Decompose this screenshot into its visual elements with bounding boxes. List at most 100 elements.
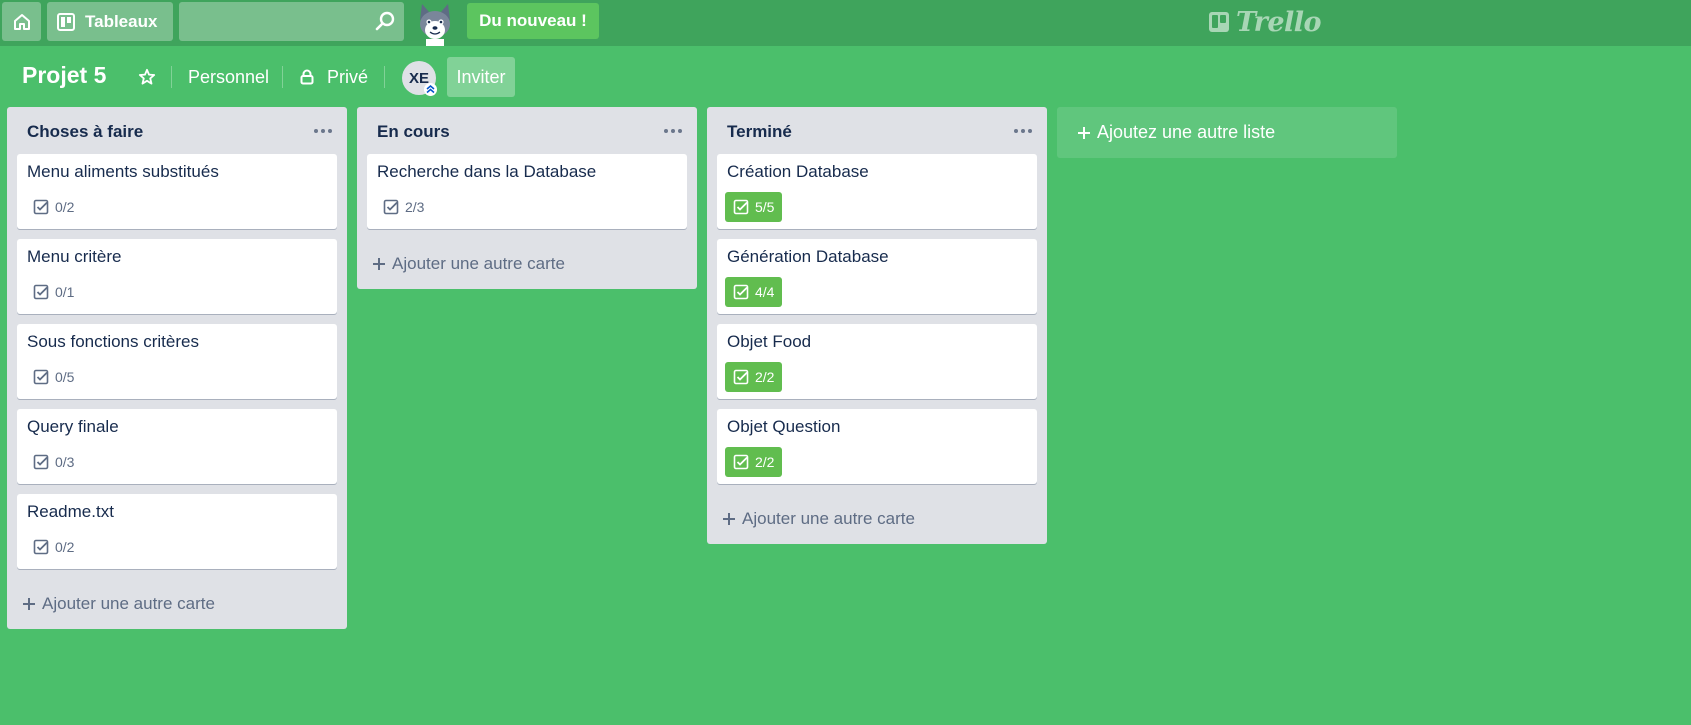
- list-header: Terminé: [707, 107, 1047, 154]
- checkbox-icon: [33, 284, 49, 300]
- top-bar: Tableaux Du nouveau ! Trello: [0, 0, 1691, 46]
- whats-new-button[interactable]: Du nouveau !: [467, 3, 599, 39]
- checklist-badge: 0/1: [27, 279, 80, 305]
- list-todo: Choses à faire Menu aliments substitués …: [7, 107, 347, 629]
- whats-new-label: Du nouveau !: [479, 11, 587, 30]
- list-title[interactable]: Choses à faire: [27, 122, 143, 141]
- card[interactable]: Recherche dans la Database 2/3: [367, 154, 687, 229]
- list-menu-icon[interactable]: [314, 129, 332, 133]
- checklist-badge: 2/3: [377, 194, 430, 220]
- star-button[interactable]: [136, 58, 158, 96]
- board-title[interactable]: Projet 5: [22, 62, 106, 89]
- card-title: Recherche dans la Database: [377, 162, 597, 181]
- list-header: En cours: [357, 107, 697, 154]
- checkbox-icon: [33, 199, 49, 215]
- list-menu-icon[interactable]: [664, 129, 682, 133]
- checkbox-icon: [733, 454, 749, 470]
- trello-logo[interactable]: Trello: [1208, 6, 1322, 38]
- header-divider: [282, 66, 283, 88]
- checklist-count: 0/5: [55, 369, 75, 385]
- add-card-label: Ajouter une autre carte: [392, 254, 565, 273]
- checklist-count: 0/2: [55, 539, 75, 555]
- plus-icon: [23, 598, 35, 610]
- search-icon[interactable]: [374, 10, 396, 32]
- visibility-button[interactable]: Privé: [299, 58, 368, 96]
- boards-icon: [57, 12, 75, 31]
- checkbox-icon: [733, 369, 749, 385]
- card-title: Génération Database: [727, 247, 889, 266]
- checklist-count: 5/5: [755, 199, 775, 215]
- taco-mascot-icon[interactable]: [412, 0, 458, 46]
- card[interactable]: Readme.txt 0/2: [17, 494, 337, 569]
- search-box[interactable]: [179, 2, 404, 41]
- checklist-badge-complete: 2/2: [725, 362, 783, 392]
- visibility-label: Privé: [327, 66, 369, 87]
- team-label: Personnel: [188, 66, 270, 87]
- search-input[interactable]: [179, 2, 404, 41]
- boards-button[interactable]: Tableaux: [47, 2, 173, 41]
- add-card-button[interactable]: Ajouter une autre carte: [357, 239, 697, 289]
- list-done: Terminé Création Database 5/5 Génération…: [707, 107, 1047, 544]
- boards-label: Tableaux: [85, 11, 158, 31]
- checkbox-icon: [33, 539, 49, 555]
- card[interactable]: Génération Database 4/4: [717, 239, 1037, 314]
- card[interactable]: Query finale 0/3: [17, 409, 337, 484]
- card-title: Menu aliments substitués: [27, 162, 219, 181]
- card[interactable]: Sous fonctions critères 0/5: [17, 324, 337, 399]
- add-card-button[interactable]: Ajouter une autre carte: [707, 494, 1047, 544]
- add-list-button[interactable]: Ajoutez une autre liste: [1057, 107, 1397, 158]
- lock-icon: [300, 69, 314, 85]
- plus-icon: [373, 258, 385, 270]
- card[interactable]: Objet Food 2/2: [717, 324, 1037, 399]
- checklist-count: 4/4: [755, 284, 775, 300]
- home-icon: [13, 13, 30, 30]
- card-title: Sous fonctions critères: [27, 332, 199, 351]
- checklist-badge: 0/2: [27, 194, 80, 220]
- checklist-badge-complete: 5/5: [725, 192, 783, 222]
- list-title[interactable]: Terminé: [727, 122, 792, 141]
- list-header: Choses à faire: [7, 107, 347, 154]
- list-in-progress: En cours Recherche dans la Database 2/3 …: [357, 107, 697, 289]
- plus-icon: [1078, 126, 1090, 139]
- header-divider: [384, 66, 385, 88]
- checklist-count: 2/2: [755, 369, 775, 385]
- add-list-label: Ajoutez une autre liste: [1097, 122, 1276, 142]
- checklist-count: 0/1: [55, 284, 75, 300]
- checklist-badge: 0/2: [27, 534, 80, 560]
- team-button[interactable]: Personnel: [188, 58, 269, 96]
- invite-label: Inviter: [456, 66, 506, 87]
- checkbox-icon: [383, 199, 399, 215]
- card-title: Création Database: [727, 162, 869, 181]
- invite-button[interactable]: Inviter: [447, 57, 515, 97]
- checklist-badge: 0/3: [27, 449, 80, 475]
- add-card-button[interactable]: Ajouter une autre carte: [7, 579, 347, 629]
- checkbox-icon: [733, 284, 749, 300]
- card-title: Objet Question: [727, 417, 841, 436]
- card-title: Query finale: [27, 417, 119, 436]
- checklist-count: 2/2: [755, 454, 775, 470]
- card[interactable]: Menu critère 0/1: [17, 239, 337, 314]
- card[interactable]: Menu aliments substitués 0/2: [17, 154, 337, 229]
- card[interactable]: Objet Question 2/2: [717, 409, 1037, 484]
- checklist-count: 2/3: [405, 199, 425, 215]
- admin-badge-icon: [424, 83, 437, 96]
- card[interactable]: Création Database 5/5: [717, 154, 1037, 229]
- header-divider: [171, 66, 172, 88]
- checklist-badge: 0/5: [27, 364, 80, 390]
- list-menu-icon[interactable]: [1014, 129, 1032, 133]
- card-title: Menu critère: [27, 247, 122, 266]
- list-title[interactable]: En cours: [377, 122, 450, 141]
- checkbox-icon: [33, 369, 49, 385]
- card-title: Readme.txt: [27, 502, 114, 521]
- card-title: Objet Food: [727, 332, 812, 351]
- checklist-badge-complete: 2/2: [725, 447, 783, 477]
- checklist-badge-complete: 4/4: [725, 277, 783, 307]
- trello-logo-icon: [1209, 12, 1229, 32]
- checkbox-icon: [733, 199, 749, 215]
- checkbox-icon: [33, 454, 49, 470]
- plus-icon: [723, 513, 735, 525]
- add-card-label: Ajouter une autre carte: [42, 594, 215, 613]
- trello-logo-text: Trello: [1236, 6, 1322, 38]
- star-icon: [138, 68, 156, 85]
- home-button[interactable]: [2, 2, 41, 41]
